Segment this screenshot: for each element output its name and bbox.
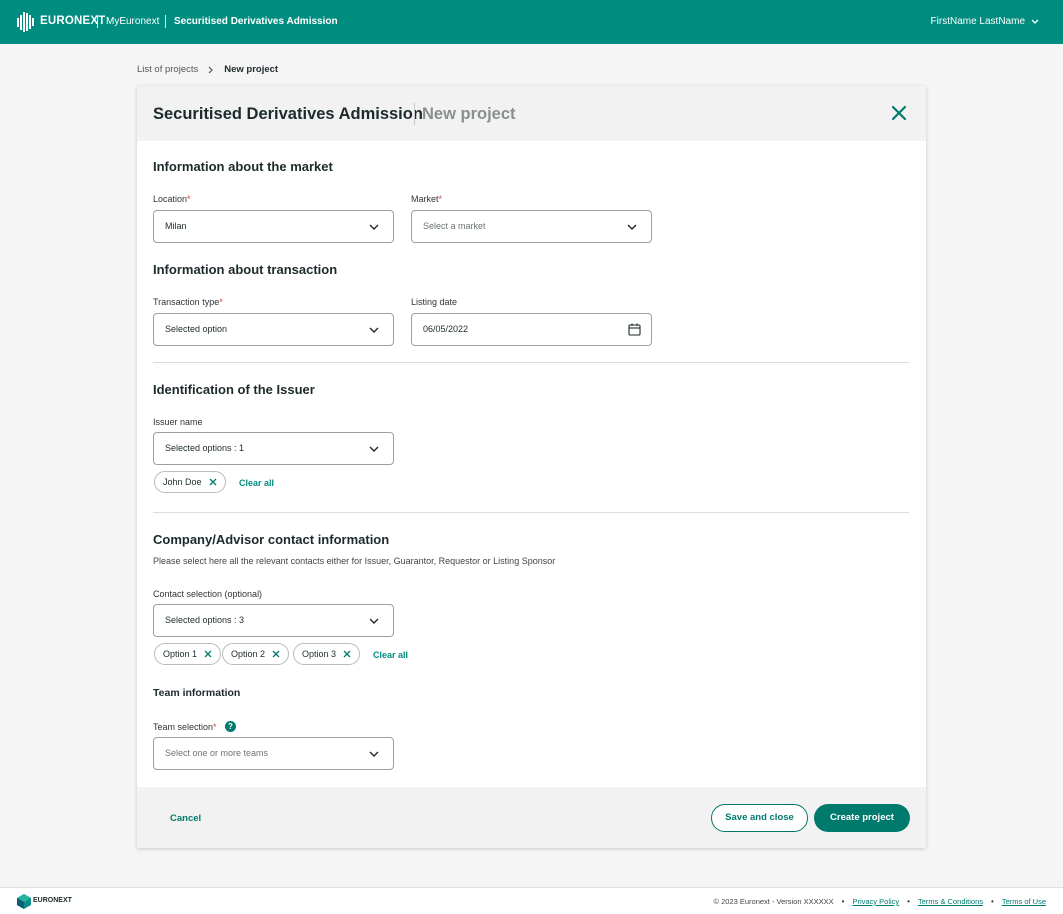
contact-selection-value: Selected options : 3 (165, 615, 245, 625)
bullet-separator: • (841, 897, 845, 906)
app-name[interactable]: Securitised Derivatives Admission (174, 16, 338, 27)
contact-selection-select[interactable]: Selected options : 3 (153, 604, 394, 637)
location-value: Milan (165, 221, 187, 231)
contact-chip-option-2: Option 2 (222, 643, 290, 665)
remove-chip-icon[interactable] (209, 478, 217, 486)
privacy-policy-link[interactable]: Privacy Policy (852, 897, 899, 906)
header-divider (165, 15, 166, 28)
market-placeholder: Select a market (423, 221, 486, 231)
bullet-separator: • (991, 897, 994, 906)
chevron-down-icon (1031, 19, 1039, 24)
issuer-name-label: Issuer name (153, 417, 203, 427)
page-footer: EURONEXT © 2023 Euronext - Version XXXXX… (0, 887, 1063, 914)
market-select[interactable]: Select a market (411, 210, 652, 243)
chevron-down-icon (369, 224, 379, 230)
footer-brand: EURONEXT (33, 897, 72, 904)
team-selection-label-text: Team selection (153, 722, 214, 732)
terms-conditions-link[interactable]: Terms & Conditions (918, 897, 983, 906)
cancel-button[interactable]: Cancel (170, 813, 201, 824)
top-navigation-bar: EURONEXT MyEuronext Securitised Derivati… (0, 0, 1063, 44)
team-selection-placeholder: Select one or more teams (165, 748, 269, 758)
euronext-logo-icon[interactable] (17, 12, 35, 32)
chevron-down-icon (369, 751, 379, 757)
team-selection-label: Team selection* (153, 722, 217, 732)
form-actions-bar: Cancel Save and close Create project (137, 787, 926, 848)
team-section-heading: Team information (153, 687, 241, 699)
transaction-type-label: Transaction type* (153, 297, 223, 307)
new-project-form-card: Securitised Derivatives Admission New pr… (137, 86, 926, 848)
required-mark: * (438, 194, 443, 204)
issuer-section-heading: Identification of the Issuer (153, 382, 315, 397)
chip-label: Option 2 (231, 649, 266, 659)
chevron-right-icon (208, 66, 214, 73)
user-menu[interactable]: FirstName LastName (931, 16, 1039, 27)
save-and-close-button[interactable]: Save and close (711, 804, 808, 832)
issuer-clear-all-link[interactable]: Clear all (239, 478, 274, 488)
chevron-down-icon (369, 327, 379, 333)
my-euronext-link[interactable]: MyEuronext (106, 16, 159, 27)
chevron-down-icon (369, 618, 379, 624)
contact-section-description: Please select here all the relevant cont… (153, 556, 556, 566)
transaction-type-value: Selected option (165, 324, 228, 334)
close-icon[interactable] (890, 104, 908, 122)
chevron-down-icon (369, 446, 379, 452)
listing-date-label: Listing date (411, 297, 458, 307)
title-divider (414, 103, 415, 125)
required-mark: * (213, 722, 217, 732)
remove-chip-icon[interactable] (204, 650, 212, 658)
location-select[interactable]: Milan (153, 210, 394, 243)
brand-name[interactable]: EURONEXT (40, 15, 106, 27)
listing-date-value: 06/05/2022 (423, 324, 469, 334)
remove-chip-icon[interactable] (272, 650, 280, 658)
breadcrumb-current: New project (224, 64, 279, 75)
contact-section-heading: Company/Advisor contact information (153, 532, 390, 547)
contact-chip-option-3: Option 3 (293, 643, 361, 665)
issuer-name-select[interactable]: Selected options : 1 (153, 432, 394, 465)
copyright-text: © 2023 Euronext - Version XXXXXX (713, 897, 834, 906)
breadcrumb: List of projects New project (137, 64, 278, 75)
terms-of-use-link[interactable]: Terms of Use (1002, 897, 1046, 906)
market-section-heading: Information about the market (153, 159, 333, 174)
listing-date-input[interactable]: 06/05/2022 (411, 313, 652, 346)
team-selection-select[interactable]: Select one or more teams (153, 737, 394, 770)
contact-clear-all-link[interactable]: Clear all (373, 650, 408, 660)
card-header: Securitised Derivatives Admission New pr… (137, 86, 926, 141)
help-icon[interactable]: ? (225, 721, 236, 732)
header-divider (97, 15, 98, 28)
market-label-text: Market (411, 194, 439, 204)
create-project-button[interactable]: Create project (814, 804, 910, 832)
remove-chip-icon[interactable] (343, 650, 351, 658)
footer-links: © 2023 Euronext - Version XXXXXX • Priva… (713, 897, 1046, 906)
issuer-chip: John Doe (154, 471, 226, 493)
bullet-separator: • (907, 897, 910, 906)
section-divider (153, 512, 909, 513)
location-label-text: Location (153, 194, 188, 204)
transaction-section-heading: Information about transaction (153, 262, 338, 277)
chip-label: Option 1 (163, 649, 198, 659)
contact-chip-option-1: Option 1 (154, 643, 222, 665)
contact-selection-label: Contact selection (optional) (153, 589, 263, 599)
market-label: Market* (411, 194, 442, 204)
chevron-down-icon (627, 224, 637, 230)
user-name: FirstName LastName (930, 16, 1025, 27)
transaction-type-label-text: Transaction type (153, 297, 220, 307)
page-subtitle: New project (422, 105, 516, 123)
transaction-type-select[interactable]: Selected option (153, 313, 394, 346)
location-label: Location* (153, 194, 191, 204)
section-divider (153, 362, 909, 363)
page-title: Securitised Derivatives Admission (153, 105, 423, 123)
required-mark: * (219, 297, 223, 307)
calendar-icon[interactable] (628, 323, 641, 336)
chip-label: Option 3 (302, 649, 337, 659)
required-mark: * (187, 194, 191, 204)
euronext-logo-icon (17, 894, 31, 909)
issuer-name-value: Selected options : 1 (165, 443, 245, 453)
chip-label: John Doe (163, 477, 202, 487)
breadcrumb-parent-link[interactable]: List of projects (137, 64, 198, 75)
